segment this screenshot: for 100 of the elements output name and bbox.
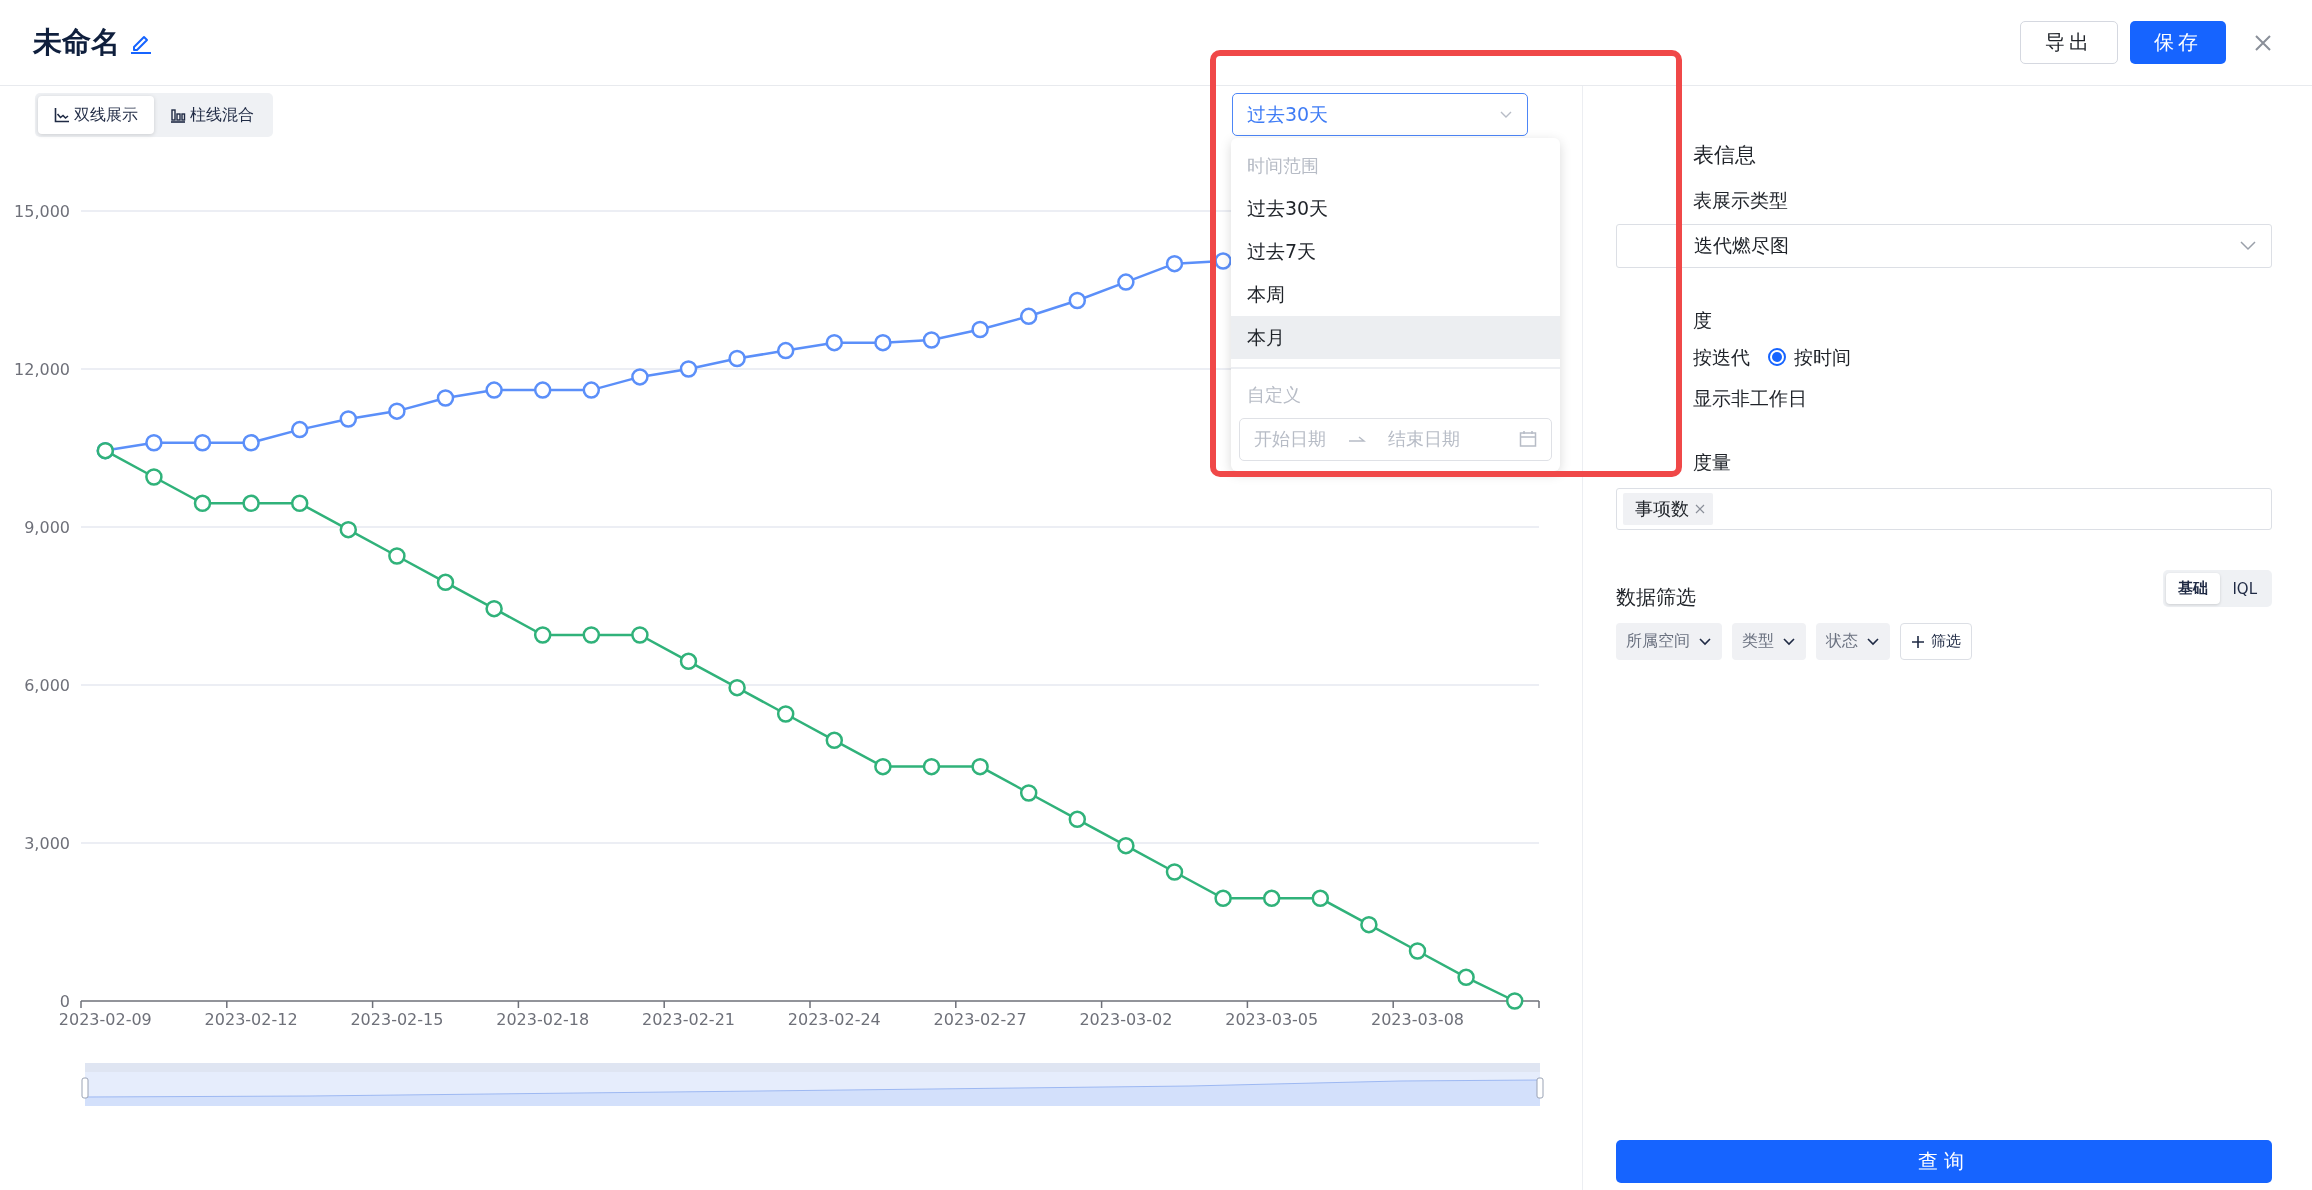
data-point xyxy=(1214,889,1232,908)
save-button[interactable]: 保存 xyxy=(2130,21,2226,64)
data-point xyxy=(533,626,552,644)
plus-icon xyxy=(1911,634,1925,649)
data-point xyxy=(339,410,358,428)
radio-label[interactable]: 按迭代 xyxy=(1693,345,1750,369)
chevron-down-icon xyxy=(1866,636,1880,647)
filter-select[interactable]: 状态 xyxy=(1816,623,1890,660)
data-point xyxy=(145,468,163,486)
range-slider[interactable] xyxy=(84,1063,1541,1106)
data-point xyxy=(776,705,795,723)
data-point xyxy=(242,434,260,452)
data-point xyxy=(193,494,212,513)
data-point xyxy=(679,360,698,378)
axis-label: 2023-02-27 xyxy=(933,1010,1027,1029)
data-point xyxy=(145,434,163,452)
data-point xyxy=(971,320,989,339)
data-point xyxy=(193,434,212,452)
data-point xyxy=(1505,992,1524,1010)
chart-type-select[interactable]: 迭代燃尽图 xyxy=(1616,224,2272,268)
data-point xyxy=(1117,836,1135,855)
data-point xyxy=(971,757,989,776)
mode-tab[interactable]: 基础 xyxy=(2166,573,2221,604)
bar-chart-icon xyxy=(170,107,186,123)
chevron-down-icon xyxy=(1698,636,1712,647)
axis-label: 2023-02-21 xyxy=(642,1010,735,1029)
group-label: 自定义 xyxy=(1246,382,1302,407)
data-point xyxy=(631,626,649,644)
data-point xyxy=(1019,307,1038,326)
axis-label: 6,000 xyxy=(24,676,70,695)
data-point xyxy=(485,381,503,399)
axis-label: 2023-03-05 xyxy=(1225,1010,1319,1029)
axis-label: 0 xyxy=(59,992,70,1011)
radio-label[interactable]: 按时间 xyxy=(1794,345,1851,369)
data-point xyxy=(339,520,358,539)
menu-option[interactable]: 本周 xyxy=(1231,273,1560,316)
data-point xyxy=(1165,863,1184,881)
export-button[interactable]: 导出 xyxy=(2020,21,2118,64)
close-icon[interactable] xyxy=(1695,504,1705,514)
data-point xyxy=(533,381,552,399)
time-range-select[interactable]: 过去30天 xyxy=(1232,93,1528,136)
axis-label: 2023-02-24 xyxy=(787,1010,881,1029)
axis-label: 2023-03-08 xyxy=(1371,1010,1464,1029)
measure-tag: 事项数 xyxy=(1623,493,1713,525)
data-point xyxy=(874,757,892,776)
data-point xyxy=(1408,942,1427,960)
menu-option[interactable]: 本月 xyxy=(1231,316,1560,359)
data-point xyxy=(825,333,844,352)
field-label: 度 xyxy=(1693,308,1713,332)
data-point xyxy=(874,333,892,352)
data-point xyxy=(436,573,455,592)
data-point xyxy=(1068,291,1087,310)
filter-select[interactable]: 所属空间 xyxy=(1616,623,1722,660)
checkbox-label[interactable]: 显示非工作日 xyxy=(1693,386,2272,410)
add-filter-button[interactable]: 筛选 xyxy=(1900,623,1972,660)
data-point xyxy=(922,757,941,776)
query-button[interactable]: 查询 xyxy=(1616,1140,2272,1183)
chevron-down-icon xyxy=(1782,636,1796,647)
data-point xyxy=(290,420,309,439)
axis-label: 2023-02-12 xyxy=(204,1010,298,1029)
data-point xyxy=(1117,273,1135,291)
mode-tab[interactable]: IQL xyxy=(2220,573,2269,604)
line-chart-icon xyxy=(54,107,70,123)
axis-label: 2023-02-15 xyxy=(350,1010,444,1029)
group-label: 时间范围 xyxy=(1246,154,1320,178)
data-point xyxy=(388,402,406,420)
data-point xyxy=(728,349,746,368)
view-tab[interactable]: 双线展示 xyxy=(38,96,154,134)
data-point xyxy=(388,547,406,565)
data-point xyxy=(242,494,260,513)
slider-handle[interactable] xyxy=(1536,1077,1544,1099)
data-point xyxy=(1311,889,1330,908)
data-point xyxy=(1068,810,1087,829)
data-point xyxy=(485,599,503,618)
slider-handle[interactable] xyxy=(81,1077,89,1099)
data-point xyxy=(1262,889,1281,908)
view-tab[interactable]: 柱线混合 xyxy=(154,96,270,134)
axis-label: 2023-02-09 xyxy=(58,1010,152,1029)
section-heading: 数据筛选 xyxy=(1616,584,1696,611)
data-point xyxy=(290,494,309,513)
close-icon[interactable] xyxy=(2254,33,2272,52)
filter-select[interactable]: 类型 xyxy=(1732,623,1806,660)
axis-label: 9,000 xyxy=(24,518,70,537)
page-title: 未命名 xyxy=(33,23,120,61)
data-point xyxy=(436,389,455,407)
data-point xyxy=(582,626,601,644)
chevron-down-icon xyxy=(1499,109,1513,120)
menu-option[interactable]: 过去30天 xyxy=(1231,187,1560,230)
axis-label: 2023-03-02 xyxy=(1079,1010,1173,1029)
data-point xyxy=(1457,968,1475,987)
data-point xyxy=(825,731,844,750)
measure-field[interactable]: 事项数 xyxy=(1616,488,2272,530)
field-label: 度量 xyxy=(1693,450,1732,474)
field-label: 表展示类型 xyxy=(1693,188,1789,212)
radio-button[interactable] xyxy=(1768,348,1786,366)
data-point xyxy=(1019,784,1038,802)
menu-option[interactable]: 过去7天 xyxy=(1231,230,1560,273)
axis-label: 12,000 xyxy=(14,360,70,379)
chevron-down-icon xyxy=(2239,240,2257,252)
axis-label: 2023-02-18 xyxy=(496,1010,590,1029)
